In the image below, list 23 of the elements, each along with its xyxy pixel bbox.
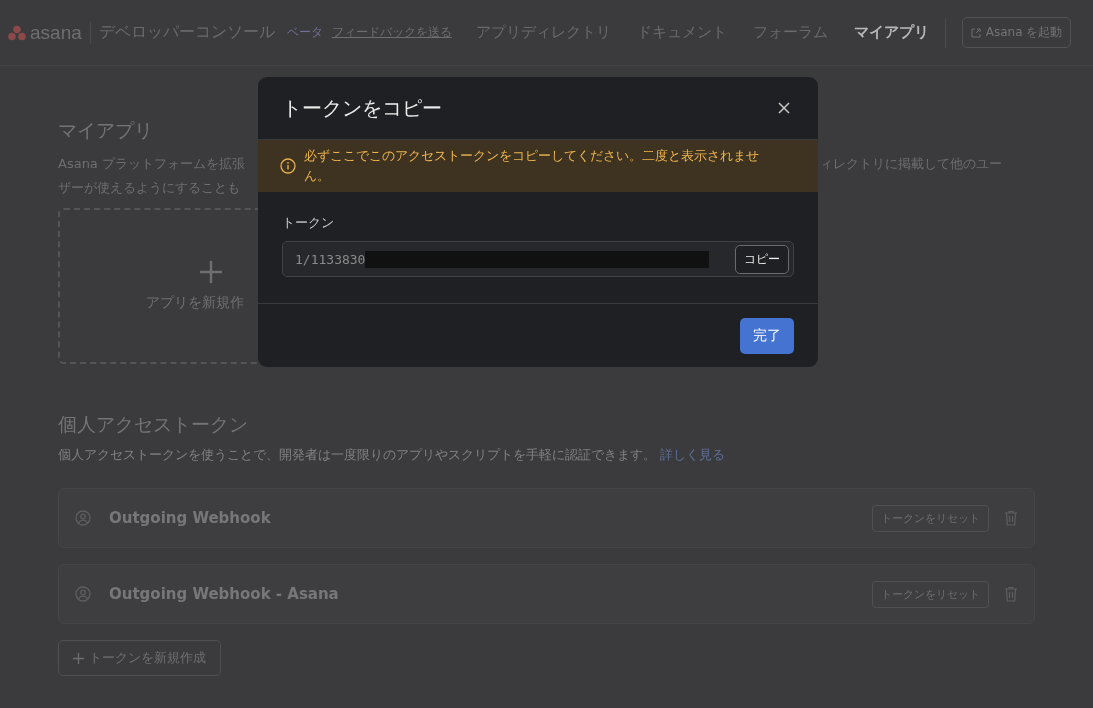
external-link-icon (970, 27, 981, 38)
token-name: Outgoing Webhook (109, 509, 272, 527)
trash-icon (1004, 586, 1018, 602)
token-field[interactable]: 1/1133830 コピー (282, 241, 794, 277)
field-label: トークン (282, 214, 335, 232)
beta-label: ベータ (286, 24, 323, 41)
plus-icon (199, 260, 223, 284)
section-title: マイアプリ (58, 118, 154, 143)
user-icon (75, 586, 91, 602)
warning-text: 必ずここでこのアクセストークンをコピーしてください。二度と表示されません。 (304, 147, 760, 185)
nav-link[interactable]: マイアプリ (853, 23, 929, 42)
modal-title: トークンをコピー (282, 94, 442, 122)
token-name: Outgoing Webhook - Asana (109, 585, 340, 603)
trash-icon (1004, 510, 1018, 526)
done-button[interactable]: 完了 (740, 317, 794, 354)
close-icon (778, 102, 790, 114)
user-icon (75, 510, 91, 526)
logo-icon (8, 24, 26, 41)
section-title: 個人アクセストークン (58, 412, 249, 437)
learn-more-link[interactable]: 詳しく見る (660, 447, 725, 462)
copy-button[interactable]: コピー (735, 244, 789, 274)
info-icon (280, 158, 296, 174)
plus-icon (73, 652, 84, 664)
